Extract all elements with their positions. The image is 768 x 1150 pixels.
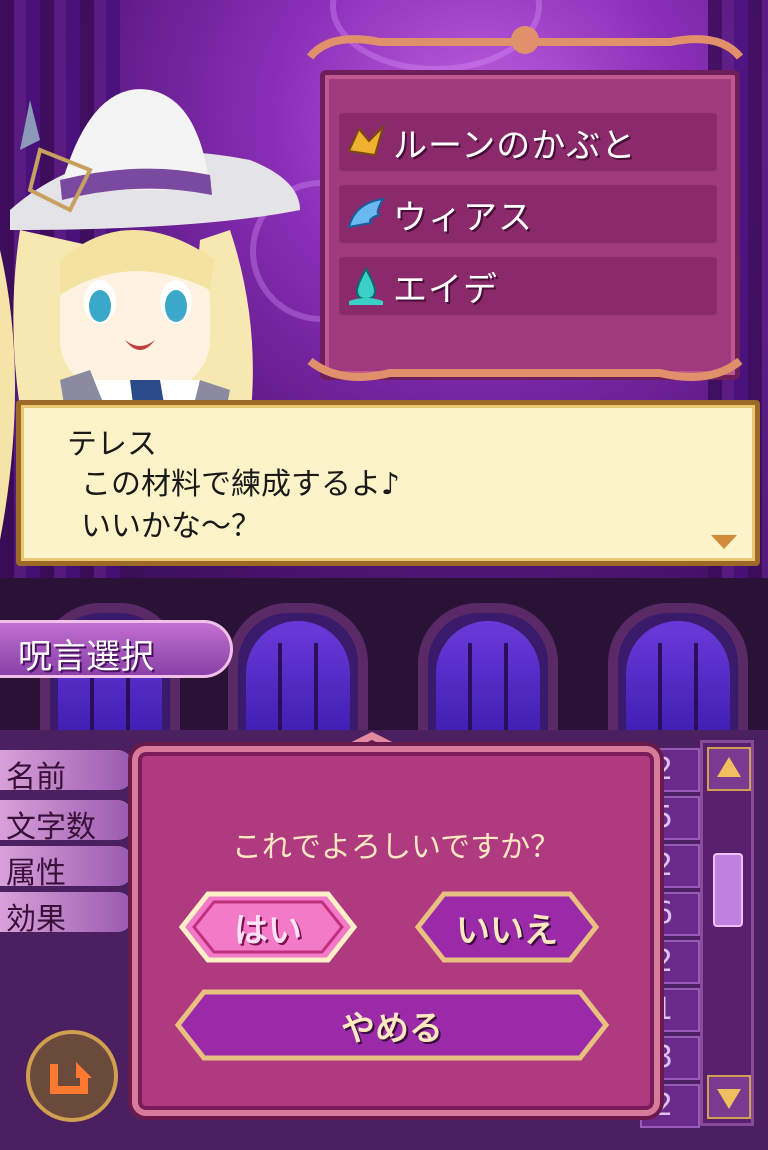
window-arch: [608, 603, 748, 743]
helmet-icon: [339, 115, 393, 169]
filter-name[interactable]: 名前: [0, 750, 132, 795]
speaker-name: テレス: [67, 427, 157, 462]
item-row-water[interactable]: エイデ: [339, 257, 717, 315]
item-row-wing[interactable]: ウィアス: [339, 185, 717, 243]
arrow-down-icon: [717, 1089, 741, 1109]
section-title-tab: 呪言選択: [0, 620, 233, 678]
return-icon: [50, 1062, 92, 1094]
dialog-line-1: この材料で練成するよ♪: [81, 467, 401, 502]
dialog-line-2: いいかな～？: [81, 509, 261, 544]
section-title: 呪言選択: [18, 637, 154, 677]
item-row-helmet[interactable]: ルーンのかぶと: [339, 113, 717, 171]
item-label: ルーンのかぶと: [393, 125, 637, 166]
window-arch: [228, 603, 368, 743]
filter-effect[interactable]: 効果: [0, 892, 132, 937]
bottom-screen: 呪言選択 名前 文字数 属性 効果 2 5 2 6 2 1 3 2 これでよろし…: [0, 578, 768, 1150]
scrollbar[interactable]: [700, 740, 754, 1126]
filter-attribute[interactable]: 属性: [0, 846, 132, 891]
top-screen: ルーンのかぶと ウィアス エイデ テレス この材料で練成するよ♪ いいかな～？: [0, 0, 768, 578]
yes-button[interactable]: はい: [178, 890, 358, 964]
scroll-thumb[interactable]: [713, 853, 743, 927]
confirm-question: これでよろしいですか？: [231, 830, 561, 865]
wing-icon: [339, 187, 393, 241]
scroll-down-button[interactable]: [707, 1075, 751, 1119]
panel-top-ornament: [306, 26, 744, 60]
water-drop-icon: [339, 259, 393, 313]
arrow-up-icon: [717, 757, 741, 777]
no-button[interactable]: いいえ: [414, 890, 600, 964]
next-arrow-icon: [711, 535, 737, 549]
item-label: ウィアス: [393, 197, 533, 238]
panel-bottom-ornament: [307, 357, 743, 381]
confirm-dialog: これでよろしいですか？ はい いいえ やめる: [132, 746, 660, 1116]
dialog-box[interactable]: テレス この材料で練成するよ♪ いいかな～？: [16, 400, 760, 566]
item-label: エイデ: [393, 269, 498, 310]
filter-char-count[interactable]: 文字数: [0, 800, 132, 845]
cancel-button[interactable]: やめる: [174, 988, 610, 1062]
scroll-up-button[interactable]: [707, 747, 751, 791]
window-arch: [418, 603, 558, 743]
back-button[interactable]: [26, 1030, 118, 1122]
item-panel: ルーンのかぶと ウィアス エイデ: [320, 70, 740, 380]
